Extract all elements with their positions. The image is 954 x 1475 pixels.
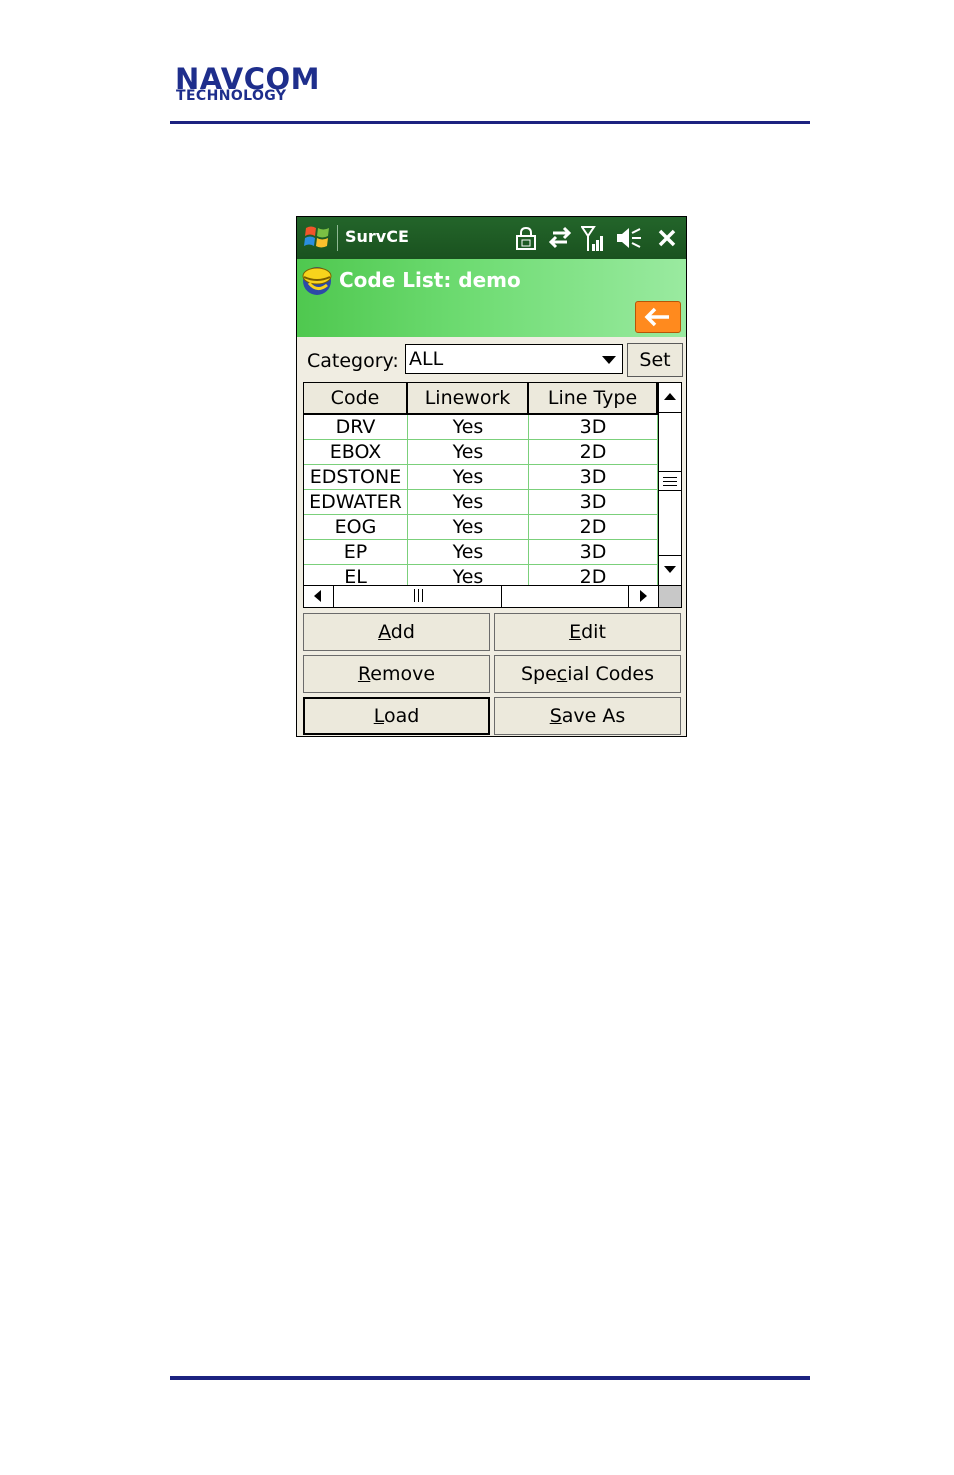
category-dropdown[interactable]: ALL [405,344,623,374]
code-list-grid[interactable]: Code Linework Line Type DRV Yes 3D EBOX … [303,382,682,608]
arrow-down-icon [664,566,676,573]
footer-rule [170,1376,810,1380]
column-header-linework[interactable]: Linework [408,383,529,415]
cell-line-type: 2D [529,565,658,585]
load-button[interactable]: Load [303,697,490,735]
grid-header: Code Linework Line Type [304,383,658,415]
cell-code: EDSTONE [304,465,408,490]
column-header-code[interactable]: Code [304,383,408,415]
arrow-left-small-icon [314,590,321,602]
logo-line2: TECHNOLOGY [176,88,287,104]
column-header-line-type[interactable]: Line Type [529,383,658,415]
table-row[interactable]: EDSTONE Yes 3D [304,465,658,490]
title-bar: SurvCE [297,217,686,259]
connectivity-icon[interactable] [547,226,573,250]
cell-code: EP [304,540,408,565]
back-button[interactable] [635,301,681,333]
cell-linework: Yes [408,440,529,465]
cell-line-type: 2D [529,440,658,465]
cell-code: DRV [304,415,408,440]
navcom-logo: NAVCOM TECHNOLOGY [175,64,361,104]
arrow-right-small-icon [640,590,647,602]
lock-icon[interactable] [515,226,537,250]
horizontal-scrollbar[interactable] [304,585,658,607]
cell-linework: Yes [408,465,529,490]
table-row[interactable]: DRV Yes 3D [304,415,658,440]
cell-code: EBOX [304,440,408,465]
grid-body: DRV Yes 3D EBOX Yes 2D EDSTONE Yes 3D ED… [304,415,658,585]
device-screen: SurvCE Code List: demo Category: ALL Set… [296,216,687,737]
special-codes-button[interactable]: Special Codes [494,655,681,693]
set-button[interactable]: Set [627,343,683,377]
remove-button[interactable]: Remove [303,655,490,693]
dropdown-arrow-icon [602,356,616,364]
cell-line-type: 3D [529,540,658,565]
scroll-down-button[interactable] [659,555,681,585]
signal-icon[interactable] [581,226,607,251]
cell-line-type: 3D [529,415,658,440]
close-icon[interactable] [657,228,677,252]
cell-linework: Yes [408,515,529,540]
title-separator [337,225,338,251]
save-as-button[interactable]: Save As [494,697,681,735]
screen-title: Code List: demo [339,268,521,292]
header-rule [170,121,810,124]
scroll-up-button[interactable] [659,383,681,413]
category-label: Category: [307,350,399,372]
table-row[interactable]: EP Yes 3D [304,540,658,565]
add-button[interactable]: Add [303,613,490,651]
scroll-right-button[interactable] [628,586,658,607]
cell-code: EOG [304,515,408,540]
cell-code: EL [304,565,408,585]
table-row[interactable]: EDWATER Yes 3D [304,490,658,515]
scrollbar-corner [658,585,681,607]
screen-header: Code List: demo [297,259,686,337]
scroll-left-button[interactable] [304,586,334,607]
cell-linework: Yes [408,490,529,515]
arrow-left-icon [644,307,669,327]
surveyor-helmet-icon [301,263,333,297]
cell-line-type: 3D [529,465,658,490]
table-row[interactable]: EBOX Yes 2D [304,440,658,465]
table-row[interactable]: EL Yes 2D [304,565,658,585]
windows-start-icon[interactable] [303,223,333,251]
cell-code: EDWATER [304,490,408,515]
table-row[interactable]: EOG Yes 2D [304,515,658,540]
app-title: SurvCE [345,227,409,246]
speaker-muted-icon[interactable] [615,226,643,250]
cell-linework: Yes [408,415,529,440]
arrow-up-icon [664,393,676,400]
vertical-scrollbar[interactable] [658,383,681,585]
cell-linework: Yes [408,540,529,565]
vertical-scroll-thumb[interactable] [659,471,681,491]
cell-line-type: 2D [529,515,658,540]
cell-line-type: 3D [529,490,658,515]
category-selected-value: ALL [409,348,444,370]
edit-button[interactable]: Edit [494,613,681,651]
horizontal-scroll-thumb[interactable] [334,586,502,607]
cell-linework: Yes [408,565,529,585]
